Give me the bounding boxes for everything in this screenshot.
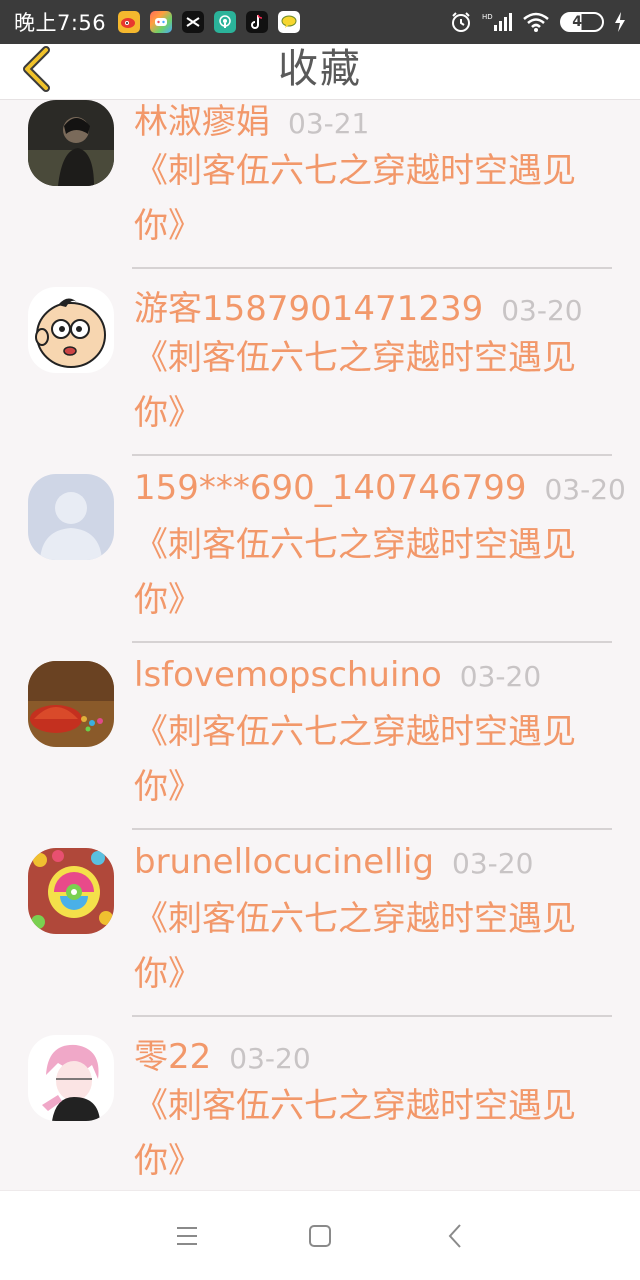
list-item[interactable]: 零22 03-20 《刺客伍六七之穿越时空遇见你》 (0, 1017, 640, 1190)
home-button[interactable] (300, 1219, 340, 1253)
date: 03-20 (459, 660, 542, 693)
item-content: 159***690_140746799 03-20 《刺客伍六七之穿越时空遇见你… (134, 468, 626, 628)
item-content: brunellocucinellig 03-20 《刺客伍六七之穿越时空遇见你》 (134, 842, 612, 1002)
name-row: 零22 03-20 (134, 1029, 612, 1077)
signal-icon: HD (482, 11, 512, 33)
page-title: 收藏 (278, 46, 362, 92)
avatar[interactable] (28, 661, 114, 747)
status-bar: 晚上7:56 HD 49 (0, 0, 640, 44)
date: 03-21 (288, 107, 370, 140)
avatar[interactable] (28, 474, 114, 560)
item-content: lsfovemopschuino 03-20 《刺客伍六七之穿越时空遇见你》 (134, 655, 612, 815)
username: brunellocucinellig (134, 842, 435, 882)
avatar[interactable] (28, 100, 114, 186)
avatar[interactable] (28, 848, 114, 934)
item-content: 林淑瘳娟 03-21 《刺客伍六七之穿越时空遇见你》 (134, 100, 612, 254)
list-item[interactable]: 林淑瘳娟 03-21 《刺客伍六七之穿越时空遇见你》 (0, 100, 640, 269)
tiktok-icon (246, 11, 269, 33)
favorite-title[interactable]: 《刺客伍六七之穿越时空遇见你》 (134, 1079, 594, 1189)
list-item[interactable]: 159***690_140746799 03-20 《刺客伍六七之穿越时空遇见你… (0, 456, 640, 643)
status-app-icons (118, 11, 301, 33)
avatar[interactable] (28, 287, 114, 373)
name-row: 159***690_140746799 03-20 (134, 468, 626, 514)
header: 收藏 (0, 44, 640, 100)
capcut-icon (182, 11, 205, 33)
list-item[interactable]: brunellocucinellig 03-20 《刺客伍六七之穿越时空遇见你》 (0, 830, 640, 1017)
battery-level: 49 (572, 14, 592, 30)
name-row: 游客1587901471239 03-20 (134, 281, 612, 329)
favorites-list: 林淑瘳娟 03-21 《刺客伍六七之穿越时空遇见你》 游客15879014712… (0, 100, 640, 1190)
favorite-title[interactable]: 《刺客伍六七之穿越时空遇见你》 (134, 331, 594, 441)
name-row: 林淑瘳娟 03-21 (134, 100, 612, 142)
weibo-icon (118, 11, 141, 33)
list-item[interactable]: lsfovemopschuino 03-20 《刺客伍六七之穿越时空遇见你》 (0, 643, 640, 830)
username: lsfovemopschuino (134, 655, 442, 695)
favorite-title[interactable]: 《刺客伍六七之穿越时空遇见你》 (134, 705, 594, 815)
game-center-icon (150, 11, 173, 33)
menu-icon (177, 1227, 197, 1245)
alarm-icon (450, 11, 472, 33)
username: 游客1587901471239 (134, 289, 484, 329)
charging-icon (614, 11, 626, 33)
nav-back-button[interactable] (435, 1219, 475, 1253)
menu-button[interactable] (167, 1219, 207, 1253)
favorite-title[interactable]: 《刺客伍六七之穿越时空遇见你》 (134, 518, 594, 628)
list-item[interactable]: 游客1587901471239 03-20 《刺客伍六七之穿越时空遇见你》 (0, 269, 640, 456)
date: 03-20 (452, 847, 534, 880)
svg-text:HD: HD (482, 13, 493, 21)
system-status: HD 49 (450, 11, 626, 33)
username: 159***690_140746799 (134, 468, 527, 508)
name-row: lsfovemopschuino 03-20 (134, 655, 612, 701)
battery-indicator: 49 (560, 12, 604, 32)
favorite-title[interactable]: 《刺客伍六七之穿越时空遇见你》 (134, 892, 594, 1002)
username: 零22 (134, 1037, 212, 1077)
system-nav-bar (0, 1190, 640, 1280)
avatar[interactable] (28, 1035, 114, 1121)
name-row: brunellocucinellig 03-20 (134, 842, 612, 888)
date: 03-20 (501, 294, 583, 327)
favorite-title[interactable]: 《刺客伍六七之穿越时空遇见你》 (134, 144, 594, 254)
date: 03-20 (229, 1042, 311, 1075)
back-arrow-icon (448, 1224, 461, 1248)
status-time: 晚上7:56 (14, 11, 107, 35)
wifi-icon (522, 11, 550, 33)
home-square-icon (309, 1225, 331, 1247)
item-content: 零22 03-20 《刺客伍六七之穿越时空遇见你》 (134, 1029, 612, 1189)
item-content: 游客1587901471239 03-20 《刺客伍六七之穿越时空遇见你》 (134, 281, 612, 441)
date: 03-20 (544, 473, 626, 506)
username: 林淑瘳娟 (134, 102, 270, 142)
chat-bubble-icon (278, 11, 301, 33)
podcast-icon (214, 11, 237, 33)
